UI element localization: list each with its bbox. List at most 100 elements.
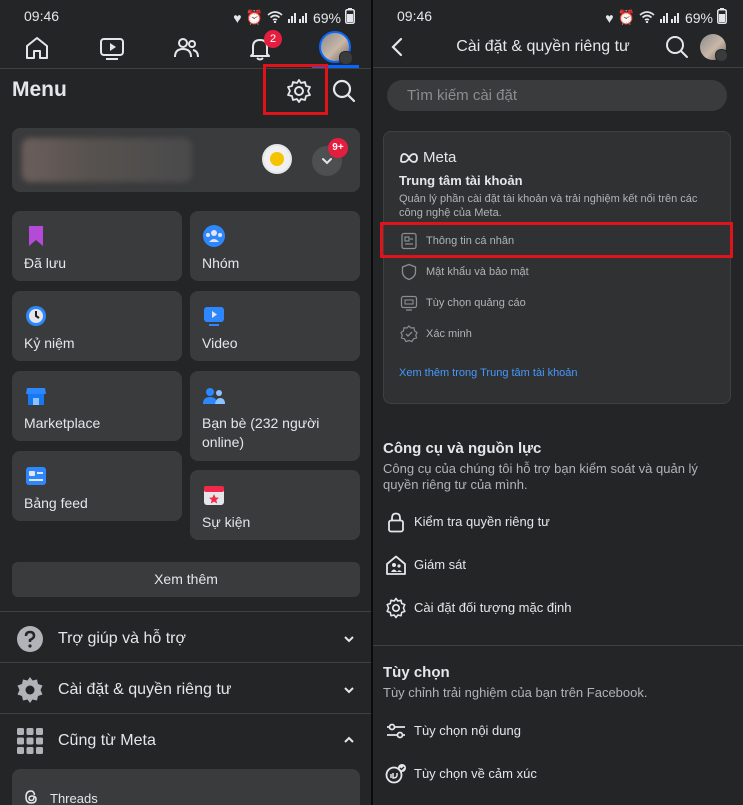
tile-groups[interactable]: Nhóm [190,211,360,281]
status-icons: ♥ ⏰ 69% [233,8,355,27]
avatar[interactable] [700,34,728,62]
video-tab[interactable] [98,34,126,62]
row-label: Cài đặt đối tượng mặc định [414,600,572,615]
chevron-up-icon [344,736,354,743]
profile-menu-tab[interactable] [319,31,353,65]
privacy-checkup-row[interactable]: Kiểm tra quyền riêng tư [373,508,743,536]
video-play-icon [100,38,124,60]
back-button[interactable] [387,36,409,58]
chevron-down-icon [344,687,354,694]
alarm-icon: ⏰ [617,9,635,25]
default-audience-row[interactable]: Cài đặt đối tượng mặc định [373,594,743,622]
tile-label: Nhóm [202,255,240,271]
battery-level: 69% [312,9,341,26]
section-divider [0,662,371,663]
notification-badge: 2 [264,30,282,48]
tile-friends[interactable]: Bạn bè (232 người online) [190,371,360,461]
reaction-icon [385,764,406,784]
ac-item-ad-preferences[interactable]: Tùy chọn quảng cáo [384,290,730,316]
see-more-button[interactable]: Xem thêm [12,562,360,597]
sliders-icon [387,723,405,739]
clock-icon [26,306,46,326]
tile-label: Đã lưu [24,255,67,271]
notifications-tab[interactable]: 2 [246,30,282,62]
settings-highlight-box [263,64,328,115]
also-from-meta-row[interactable]: Cũng từ Meta [0,718,371,764]
row-label: Cũng từ Meta [58,732,156,749]
header-title: Cài đặt & quyền riêng tư [456,38,630,55]
ac-item-label: Xác minh [426,328,472,340]
tile-label: Bạn bè (232 người online) [202,415,320,450]
header-divider [373,67,743,68]
content-preferences-row[interactable]: Tùy chọn nội dung [373,717,743,745]
meta-logo: Meta [399,149,456,166]
video-play-icon [204,307,224,326]
tile-saved[interactable]: Đã lưu [12,211,182,281]
tile-events[interactable]: Sự kiện [190,470,360,540]
profile-badge: 9+ [328,138,348,158]
wifi-icon [639,10,655,26]
friends-tab[interactable] [172,34,200,62]
account-center-link[interactable]: Xem thêm trong Trung tâm tài khoản [399,367,578,379]
wifi-icon [267,10,283,26]
shield-icon [401,263,417,281]
threads-item[interactable]: Threads [12,769,360,805]
tile-memories[interactable]: Kỷ niệm [12,291,182,361]
personal-info-highlight-box [380,222,733,258]
battery-icon [717,8,727,27]
blurred-profile-name [22,138,192,182]
signal-icon [659,10,681,26]
status-bar: 09:46 ♥ ⏰ 69% [0,6,371,28]
tile-label: Sự kiện [202,514,251,530]
chevron-down-icon [344,636,354,643]
ac-item-password-security[interactable]: Mật khẩu và bảo mật [384,259,730,285]
section-divider [0,713,371,714]
ac-item-label: Tùy chọn quảng cáo [426,297,526,309]
status-bar: 09:46 ♥ ⏰ 69% [373,6,743,28]
gear-icon [17,677,43,703]
preferences-section-title: Tùy chọn [383,664,450,681]
settings-search-input[interactable]: Tìm kiếm cài đặt [387,80,727,111]
meta-infinity-icon [400,152,418,163]
family-home-icon [386,555,406,575]
tile-label: Video [202,335,238,351]
home-icon [26,37,48,59]
row-label: Tùy chọn về cảm xúc [414,766,537,781]
alarm-icon: ⏰ [245,9,263,25]
search-button[interactable] [665,35,689,59]
tile-feed[interactable]: Bảng feed [12,451,182,521]
page-avatar[interactable] [262,144,292,174]
help-support-row[interactable]: Trợ giúp và hỗ trợ [0,616,371,662]
settings-privacy-row[interactable]: Cài đặt & quyền riêng tư [0,667,371,713]
row-label: Trợ giúp và hỗ trợ [58,630,186,647]
reaction-preferences-row[interactable]: Tùy chọn về cảm xúc [373,760,743,788]
tile-marketplace[interactable]: Marketplace [12,371,182,441]
arrow-back-icon [391,37,403,57]
menu-lines-icon [339,51,353,65]
search-icon [666,36,688,58]
ac-item-verification[interactable]: Xác minh [384,321,730,347]
ac-item-label: Mật khẩu và bảo mật [426,266,529,278]
status-time: 09:46 [24,8,60,24]
status-icons: ♥ ⏰ 69% [605,8,727,27]
supervision-row[interactable]: Giám sát [373,551,743,579]
monitor-icon [400,295,418,311]
home-tab[interactable] [23,34,51,62]
settings-privacy-screen: 09:46 ♥ ⏰ 69% Cài đặt & quyền riêng tư T… [373,0,743,805]
chevron-down-icon [715,49,728,62]
search-icon [332,79,356,103]
account-center-description: Quản lý phần cài đặt tài khoản và trải n… [399,193,698,219]
bookmark-icon [29,226,43,246]
search-placeholder: Tìm kiếm cài đặt [407,87,518,104]
row-label: Kiểm tra quyền riêng tư [414,514,550,529]
storefront-icon [26,388,46,405]
search-button[interactable] [331,78,357,104]
status-time: 09:46 [397,8,433,24]
profile-card[interactable]: 9+ [12,128,360,192]
signal-icon [287,10,309,26]
calendar-star-icon [204,486,224,505]
heart-icon: ♥ [233,9,242,26]
feed-icon [26,467,46,485]
account-center-card: Meta Trung tâm tài khoản Quản lý phần cà… [383,131,731,404]
tile-video[interactable]: Video [190,291,360,361]
